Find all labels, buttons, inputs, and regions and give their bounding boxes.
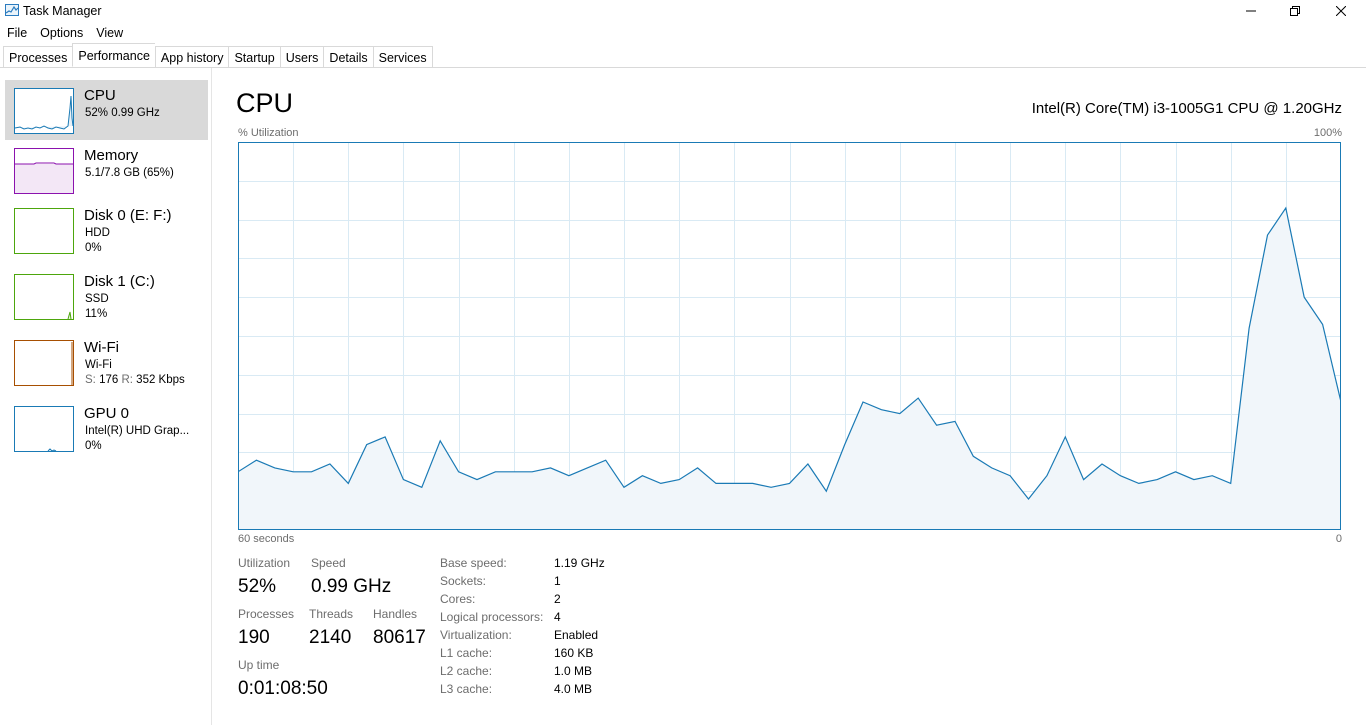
sidebar-disk1-title: Disk 1 (C:) (84, 273, 155, 290)
memory-thumbnail-graph (14, 148, 74, 194)
restore-icon (1290, 6, 1300, 16)
menu-options[interactable]: Options (33, 24, 89, 42)
sidebar-cpu-usage: 52% 0.99 GHz (85, 107, 160, 119)
sidebar-item-cpu[interactable]: CPU 52% 0.99 GHz (5, 80, 208, 140)
processes-label: Processes (238, 607, 295, 621)
wifi-recv-label: R: (121, 374, 133, 386)
y-axis-label: % Utilization (238, 127, 299, 139)
sidebar-disk0-title: Disk 0 (E: F:) (84, 207, 172, 224)
minimize-icon (1246, 10, 1256, 12)
disk0-thumbnail-graph (14, 208, 74, 254)
detail-value: 4.0 MB (554, 682, 593, 696)
threads-value: 2140 (309, 627, 352, 648)
processes-value: 190 (238, 627, 270, 648)
detail-key: Virtualization: (440, 628, 512, 642)
sidebar-disk0-type: HDD (85, 227, 110, 239)
window-title: Task Manager (23, 4, 102, 18)
sidebar-item-memory[interactable]: Memory 5.1/7.8 GB (65%) (5, 140, 208, 200)
cpu-model-name: Intel(R) Core(TM) i3-1005G1 CPU @ 1.20GH… (1031, 100, 1342, 117)
tab-processes[interactable]: Processes (3, 46, 73, 68)
x-axis-right-label: 0 (1335, 533, 1342, 545)
tab-app-history[interactable]: App history (154, 46, 229, 68)
detail-key: L3 cache: (440, 682, 493, 696)
sidebar-cpu-title: CPU (84, 87, 116, 104)
detail-key: Sockets: (440, 574, 487, 588)
gpu-thumbnail-graph (14, 406, 74, 452)
detail-value: 1 (554, 574, 561, 588)
detail-key: Base speed: (440, 556, 507, 570)
cpu-utilization-graph (238, 142, 1341, 530)
tab-users[interactable]: Users (279, 46, 324, 68)
wifi-thumbnail-graph (14, 340, 74, 386)
tab-bar: Processes Performance App history Startu… (3, 43, 433, 68)
menu-bar: File Options View (0, 24, 129, 42)
x-axis-left-label: 60 seconds (238, 533, 295, 545)
detail-value: 4 (554, 610, 561, 624)
speed-value: 0.99 GHz (311, 576, 392, 597)
handles-value: 80617 (373, 627, 426, 648)
tab-services[interactable]: Services (372, 46, 433, 68)
wifi-recv-value: 352 Kbps (136, 374, 185, 386)
minimize-button[interactable] (1228, 0, 1274, 22)
tab-startup[interactable]: Startup (228, 46, 280, 68)
sidebar-gpu-title: GPU 0 (84, 405, 130, 422)
sidebar-memory-title: Memory (84, 147, 139, 164)
speed-label: Speed (311, 556, 346, 570)
detail-key: Cores: (440, 592, 476, 606)
title-bar: Task Manager (0, 0, 1366, 24)
sidebar-item-wifi[interactable]: Wi-Fi Wi-Fi S: 176 R: 352 Kbps (5, 332, 208, 392)
detail-key: Logical processors: (440, 610, 544, 624)
sidebar-wifi-title: Wi-Fi (84, 339, 119, 356)
sidebar-gpu-usage: 0% (85, 440, 102, 452)
sidebar-memory-usage: 5.1/7.8 GB (65%) (85, 167, 174, 179)
detail-key: L1 cache: (440, 646, 493, 660)
performance-sidebar: CPU 52% 0.99 GHz Memory 5.1/7.8 GB (65%)… (0, 68, 212, 725)
maximize-button[interactable] (1272, 0, 1318, 22)
task-manager-icon (5, 4, 19, 16)
sidebar-item-disk0[interactable]: Disk 0 (E: F:) HDD 0% (5, 200, 208, 260)
detail-value: Enabled (554, 628, 599, 642)
threads-label: Threads (309, 607, 354, 621)
sidebar-item-gpu[interactable]: GPU 0 Intel(R) UHD Grap... 0% (5, 398, 208, 458)
cpu-thumbnail-graph (14, 88, 74, 134)
detail-value: 160 KB (554, 646, 594, 660)
sidebar-gpu-name: Intel(R) UHD Grap... (85, 425, 190, 437)
sidebar-disk1-type: SSD (85, 293, 109, 305)
detail-key: L2 cache: (440, 664, 493, 678)
wifi-send-value: 176 (99, 374, 119, 386)
uptime-value: 0:01:08:50 (238, 678, 328, 699)
page-title: CPU (236, 88, 294, 118)
sidebar-disk0-usage: 0% (85, 242, 102, 254)
handles-label: Handles (373, 607, 418, 621)
sidebar-item-disk1[interactable]: Disk 1 (C:) SSD 11% (5, 266, 208, 326)
close-icon (1336, 6, 1346, 16)
wifi-send-label: S: (85, 374, 96, 386)
detail-value: 1.19 GHz (554, 556, 605, 570)
close-button[interactable] (1318, 0, 1364, 22)
sidebar-wifi-name: Wi-Fi (85, 359, 112, 371)
sidebar-wifi-throughput: S: 176 R: 352 Kbps (85, 374, 185, 386)
utilization-label: Utilization (238, 556, 291, 570)
sidebar-disk1-usage: 11% (85, 308, 108, 320)
menu-view[interactable]: View (89, 24, 129, 42)
tab-details[interactable]: Details (323, 46, 373, 68)
detail-value: 2 (554, 592, 561, 606)
uptime-label: Up time (238, 658, 280, 672)
disk1-thumbnail-graph (14, 274, 74, 320)
menu-file[interactable]: File (0, 24, 33, 42)
tab-performance[interactable]: Performance (72, 43, 155, 67)
detail-value: 1.0 MB (554, 664, 593, 678)
y-axis-max: 100% (1313, 127, 1342, 139)
utilization-value: 52% (238, 576, 277, 597)
